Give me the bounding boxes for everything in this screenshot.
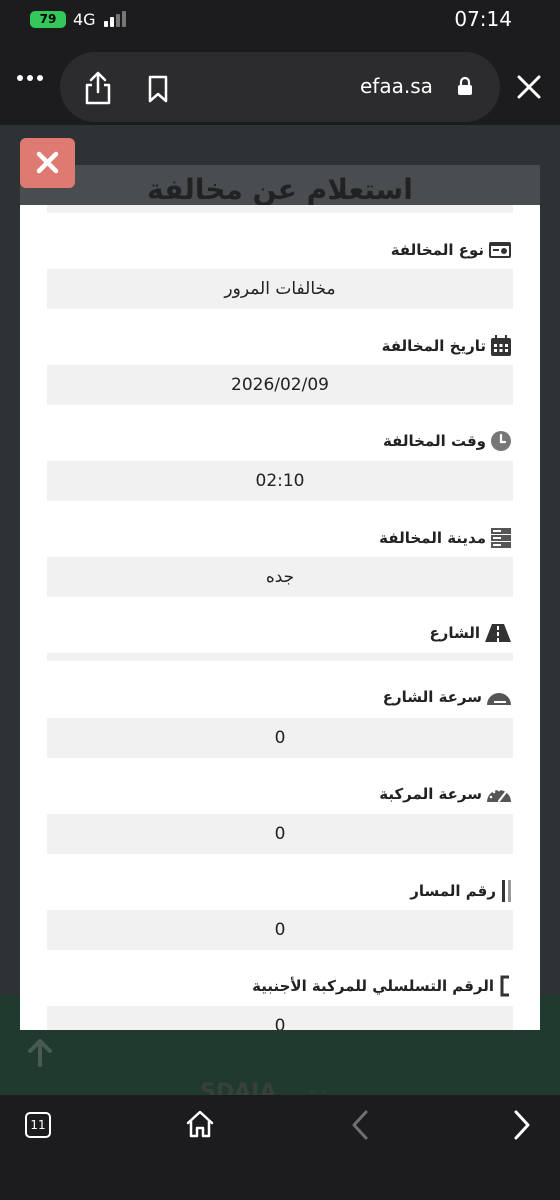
page-title: استعلام عن مخالفة [147,173,413,206]
lane-icon [502,880,511,902]
street-speed-label: سرعة الشارع [383,688,512,706]
violation-date-value: 2026/02/09 [47,365,513,405]
violation-city-label: مدينة المخالفة [379,527,512,549]
screen: 79 4G 07:14 efaa.sa استعلام عن مخالفة SD… [0,0,560,1200]
browser-toolbar: 11 [0,1095,560,1200]
ellipsis-icon [17,75,43,81]
share-icon [85,71,111,105]
field-label-text: سرعة المركبة [379,785,482,803]
chevron-right-icon [514,1110,530,1140]
field-label-text: مدينة المخالفة [379,529,486,547]
modal-close-button[interactable] [20,138,75,188]
brand-logo-text-secondary: نق [300,1083,328,1095]
lane-number-value: 0 [47,910,513,950]
signal-icon [104,11,130,27]
violation-time-label: وقت المخالفة [383,430,512,452]
violation-time-value: 02:10 [47,461,513,501]
browser-address-bar: efaa.sa [0,40,560,125]
vehicle-speed-label: سرعة المركبة [379,784,512,804]
share-button[interactable] [82,70,114,106]
status-time: 07:14 [454,7,512,31]
brand-logo-text: SDAIA [200,1080,277,1095]
vehicle-speed-value: 0 [47,814,513,854]
field-label-text: الشارع [429,624,480,642]
home-icon [186,1110,214,1138]
clock-icon [491,431,511,451]
url-text: efaa.sa [360,74,433,98]
url-field[interactable]: efaa.sa [60,52,500,122]
id-card-icon [489,242,511,258]
field-label-text: وقت المخالفة [382,432,486,450]
arrow-up-icon [28,1039,52,1067]
street-value [47,653,513,661]
field-label-text: رقم المسار [410,882,496,900]
more-options-button[interactable] [14,68,46,88]
bookmark-icon [148,75,168,103]
field-label-text: نوع المخالفة [390,241,484,259]
field-label-text: سرعة الشارع [382,688,482,706]
violation-details-modal: نوع المخالفة مخالفات المرور تاريخ المخال… [20,205,540,1030]
lane-number-label: رقم المسار [410,879,512,903]
street-speed-value: 0 [47,718,513,758]
foreign-vehicle-serial-label: الرقم التسلسلي للمركبة الأجنبية [252,975,512,997]
violation-type-label: نوع المخالفة [391,241,512,259]
speedometer-icon [487,788,511,803]
status-bar: 79 4G 07:14 [0,0,560,40]
violation-type-value: مخالفات المرور [47,269,513,309]
close-icon [517,75,541,99]
street-label: الشارع [429,623,512,643]
battery-indicator: 79 [30,11,66,28]
network-type: 4G [73,10,96,29]
back-button[interactable] [348,1109,374,1141]
bookmark-button[interactable] [146,74,170,104]
calendar-icon [491,335,511,356]
road-icon [485,624,511,642]
field-label-text: تاريخ المخالفة [381,337,486,355]
tabs-button[interactable]: 11 [25,1112,51,1138]
scroll-to-top-button[interactable] [26,1037,54,1069]
server-icon [491,528,511,548]
home-button[interactable] [185,1109,215,1139]
scroll-strip [47,205,513,213]
close-icon [36,151,59,174]
speed-gauge-icon [487,693,511,705]
bracket-icon [500,975,509,997]
lock-icon [456,76,474,96]
violation-date-label: تاريخ المخالفة [382,335,512,357]
foreign-vehicle-serial-value: 0 [47,1006,513,1030]
chevron-left-icon [352,1110,368,1140]
violation-city-value: جده [47,557,513,597]
close-browser-button[interactable] [514,72,544,102]
forward-button[interactable] [508,1109,534,1141]
field-label-text: الرقم التسلسلي للمركبة الأجنبية [252,977,494,995]
